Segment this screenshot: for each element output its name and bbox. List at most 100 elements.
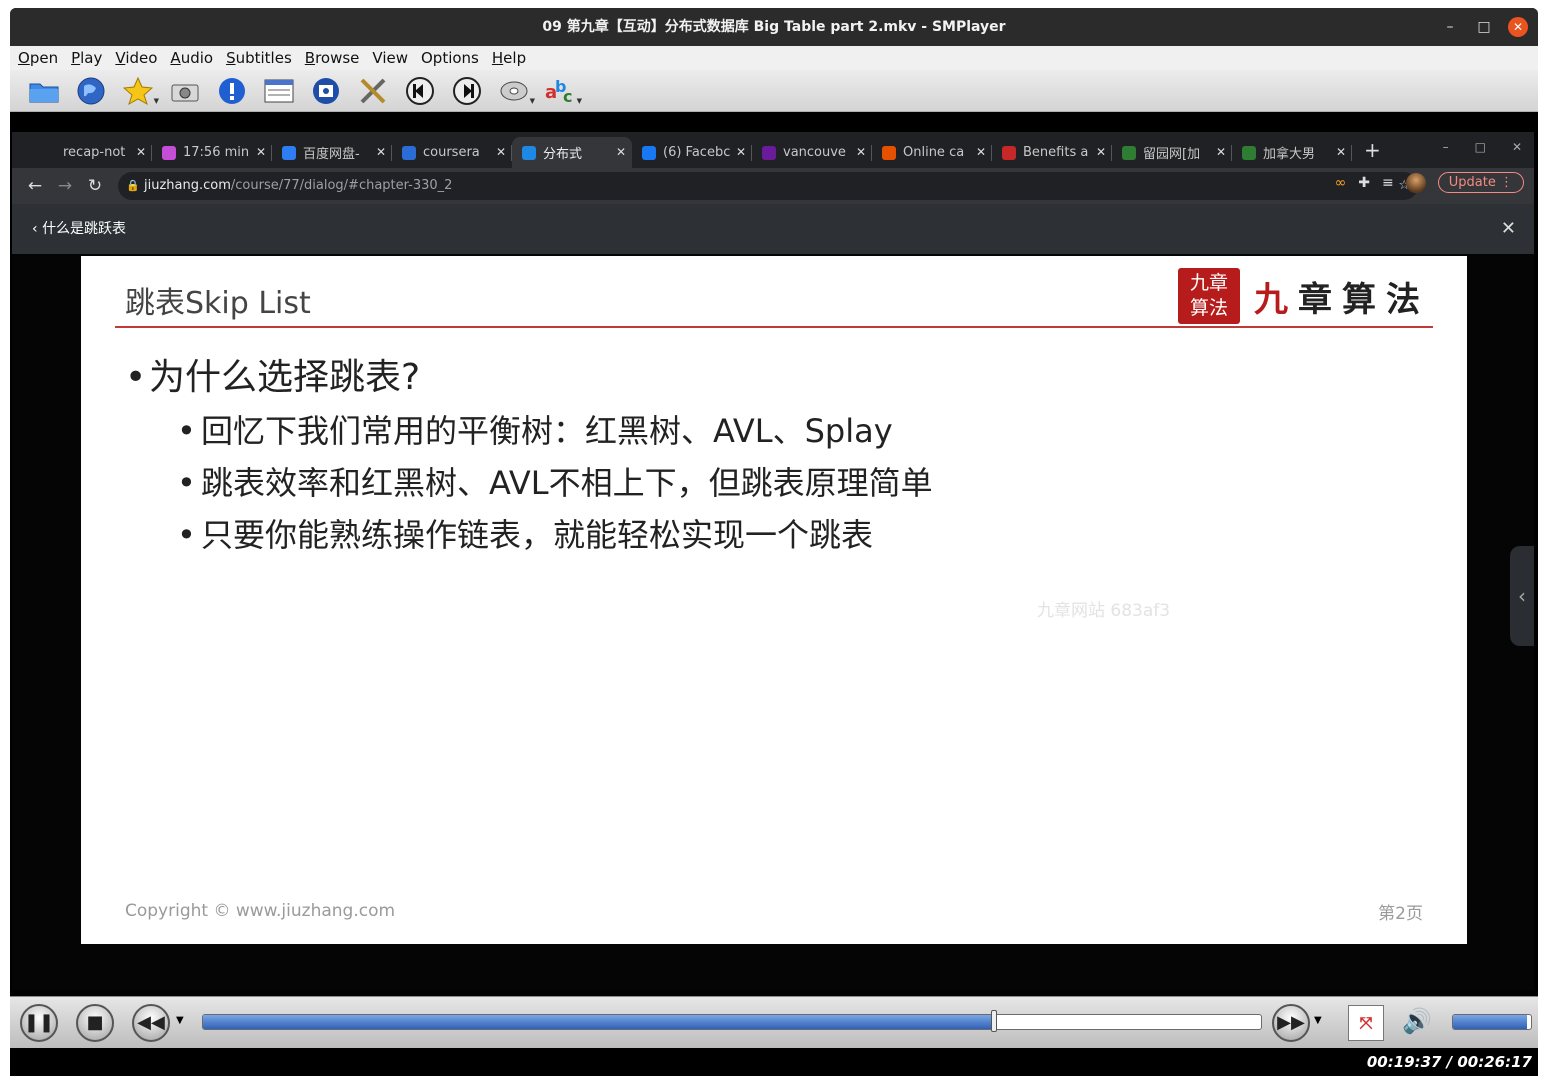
forward-button[interactable]: ▶▶: [1272, 1004, 1310, 1042]
new-tab-button[interactable]: +: [1364, 138, 1381, 162]
screenshot-icon[interactable]: [167, 73, 203, 109]
bullet-point: • 只要你能熟练操作链表，就能轻松实现一个跳表: [177, 516, 874, 554]
playlist-icon[interactable]: [261, 73, 297, 109]
slide: 跳表Skip List 九章 算法 九章算法 •为什么选择跳表? • 回忆下我们常…: [81, 256, 1467, 944]
close-window-button[interactable]: ✕: [1508, 17, 1528, 37]
pause-button[interactable]: ❚❚: [20, 1004, 58, 1042]
title-divider: [115, 326, 1433, 328]
menu-item[interactable]: Video: [115, 49, 157, 67]
dialog-title: 什么是跳跃表: [42, 221, 127, 237]
browser-window-controls: – □ ✕: [1443, 140, 1522, 154]
rewind-menu-icon[interactable]: ▼: [176, 1015, 184, 1026]
folder-icon[interactable]: [26, 73, 62, 109]
rewind-button[interactable]: ◀◀: [132, 1004, 170, 1042]
menu-item[interactable]: Audio: [170, 49, 213, 67]
window-title: 09 第九章【互动】分布式数据库 Big Table part 2.mkv - …: [542, 19, 1006, 35]
slide-bullets: •为什么选择跳表? • 回忆下我们常用的平衡树：红黑树、AVL、Splay • 跳表…: [125, 348, 933, 556]
p-icon: [882, 145, 896, 160]
tab-close-icon[interactable]: ✕: [856, 145, 866, 159]
toolbar: ▼ ▼ abc ▼: [10, 70, 1538, 112]
browser-tab[interactable]: 百度网盘- ✕: [272, 137, 392, 168]
tab-label: 留园网[加: [1143, 147, 1201, 162]
info-icon[interactable]: [214, 73, 250, 109]
tab-label: Online ca: [903, 145, 965, 160]
menu-item[interactable]: Subtitles: [226, 49, 292, 67]
fullscreen-icon[interactable]: ⤧: [1348, 1005, 1384, 1041]
forward-menu-icon[interactable]: ▼: [1314, 1015, 1322, 1026]
reload-icon[interactable]: ↻: [82, 176, 108, 196]
seek-bar[interactable]: [202, 1014, 1262, 1030]
forward-icon[interactable]: →: [52, 176, 78, 196]
timer-icon: [162, 145, 176, 160]
seek-handle[interactable]: [990, 1010, 997, 1032]
menu-item[interactable]: Open: [18, 49, 58, 67]
tab-close-icon[interactable]: ✕: [376, 145, 386, 159]
tab-close-icon[interactable]: ✕: [976, 145, 986, 159]
zhihu-icon: [402, 145, 416, 160]
browser-tab[interactable]: 17:56 min ✕: [152, 137, 272, 168]
volume-slider[interactable]: [1452, 1014, 1532, 1030]
side-panel-toggle[interactable]: ‹: [1510, 546, 1534, 646]
doc-icon: [42, 145, 56, 160]
dialog-header: ‹ 什么是跳跃表 ✕: [12, 204, 1534, 254]
tab-close-icon[interactable]: ✕: [136, 145, 146, 159]
address-bar[interactable]: 🔒 jiuzhang.com/course/77/dialog/#chapter…: [118, 172, 1418, 200]
subtitles-abc-icon[interactable]: abc ▼: [543, 73, 582, 109]
star-icon[interactable]: ▼: [120, 73, 159, 109]
tab-label: vancouve: [783, 145, 846, 160]
extensions-puzzle-icon[interactable]: ✚: [1358, 175, 1370, 191]
six-icon: [1122, 145, 1136, 160]
disc-icon[interactable]: ▼: [496, 73, 535, 109]
tab-close-icon[interactable]: ✕: [616, 145, 626, 159]
back-chevron-icon[interactable]: ‹: [32, 221, 42, 237]
bullet-point: • 跳表效率和红黑树、AVL不相上下，但跳表原理简单: [177, 464, 933, 502]
maximize-button[interactable]: □: [1474, 17, 1494, 37]
menu-item[interactable]: Browse: [305, 49, 360, 67]
volume-icon[interactable]: 🔊: [1402, 1007, 1432, 1035]
tab-close-icon[interactable]: ✕: [256, 145, 266, 159]
avatar[interactable]: [1405, 172, 1426, 193]
browser-maximize-icon[interactable]: □: [1475, 140, 1486, 154]
logo-seal: 九章 算法: [1178, 268, 1240, 324]
minimize-button[interactable]: –: [1440, 17, 1460, 37]
browser-tab[interactable]: 加拿大男 ✕: [1232, 137, 1352, 168]
video-area[interactable]: recap-not ✕ 17:56 min ✕ 百度网盘- ✕ coursera ✕ 分布式 ✕(…: [10, 112, 1538, 996]
browser-tab[interactable]: (6) Facebc ✕: [632, 137, 752, 168]
tab-close-icon[interactable]: ✕: [736, 145, 746, 159]
browser-tab[interactable]: 留园网[加 ✕: [1112, 137, 1232, 168]
menu-item[interactable]: Play: [71, 49, 102, 67]
preferences-icon[interactable]: [308, 73, 344, 109]
next-icon[interactable]: [449, 73, 485, 109]
browser-tab[interactable]: coursera ✕: [392, 137, 512, 168]
browser-minimize-icon[interactable]: –: [1443, 140, 1449, 154]
menu-item[interactable]: Help: [492, 49, 526, 67]
stop-button[interactable]: ■: [76, 1004, 114, 1042]
media-queue-icon[interactable]: ≡: [1382, 175, 1394, 191]
tab-label: 百度网盘-: [303, 147, 360, 162]
volume-level: [1453, 1015, 1528, 1029]
update-button[interactable]: Update ⋮: [1437, 172, 1524, 193]
tab-label: (6) Facebc: [663, 145, 731, 160]
extension-infinity-icon[interactable]: ∞: [1335, 175, 1347, 191]
close-dialog-icon[interactable]: ✕: [1501, 204, 1516, 254]
svg-text:c: c: [563, 87, 572, 106]
previous-icon[interactable]: [402, 73, 438, 109]
facebook-icon: [642, 145, 656, 160]
browser-close-icon[interactable]: ✕: [1512, 140, 1522, 154]
globe-icon[interactable]: [73, 73, 109, 109]
menu-item[interactable]: View: [372, 49, 408, 67]
tab-close-icon[interactable]: ✕: [496, 145, 506, 159]
tab-close-icon[interactable]: ✕: [1216, 145, 1226, 159]
tab-close-icon[interactable]: ✕: [1336, 145, 1346, 159]
tab-label: 17:56 min: [183, 145, 250, 160]
browser-tab[interactable]: vancouve ✕: [752, 137, 872, 168]
browser-tab[interactable]: 分布式 ✕: [512, 137, 632, 168]
tab-strip: recap-not ✕ 17:56 min ✕ 百度网盘- ✕ coursera ✕ 分布式 ✕(…: [12, 132, 1534, 168]
tab-close-icon[interactable]: ✕: [1096, 145, 1106, 159]
browser-tab[interactable]: Online ca ✕: [872, 137, 992, 168]
back-icon[interactable]: ←: [22, 176, 48, 196]
browser-tab[interactable]: recap-not ✕: [32, 137, 152, 168]
tools-icon[interactable]: [355, 73, 391, 109]
browser-tab[interactable]: Benefits a ✕: [992, 137, 1112, 168]
menu-item[interactable]: Options: [421, 49, 479, 67]
